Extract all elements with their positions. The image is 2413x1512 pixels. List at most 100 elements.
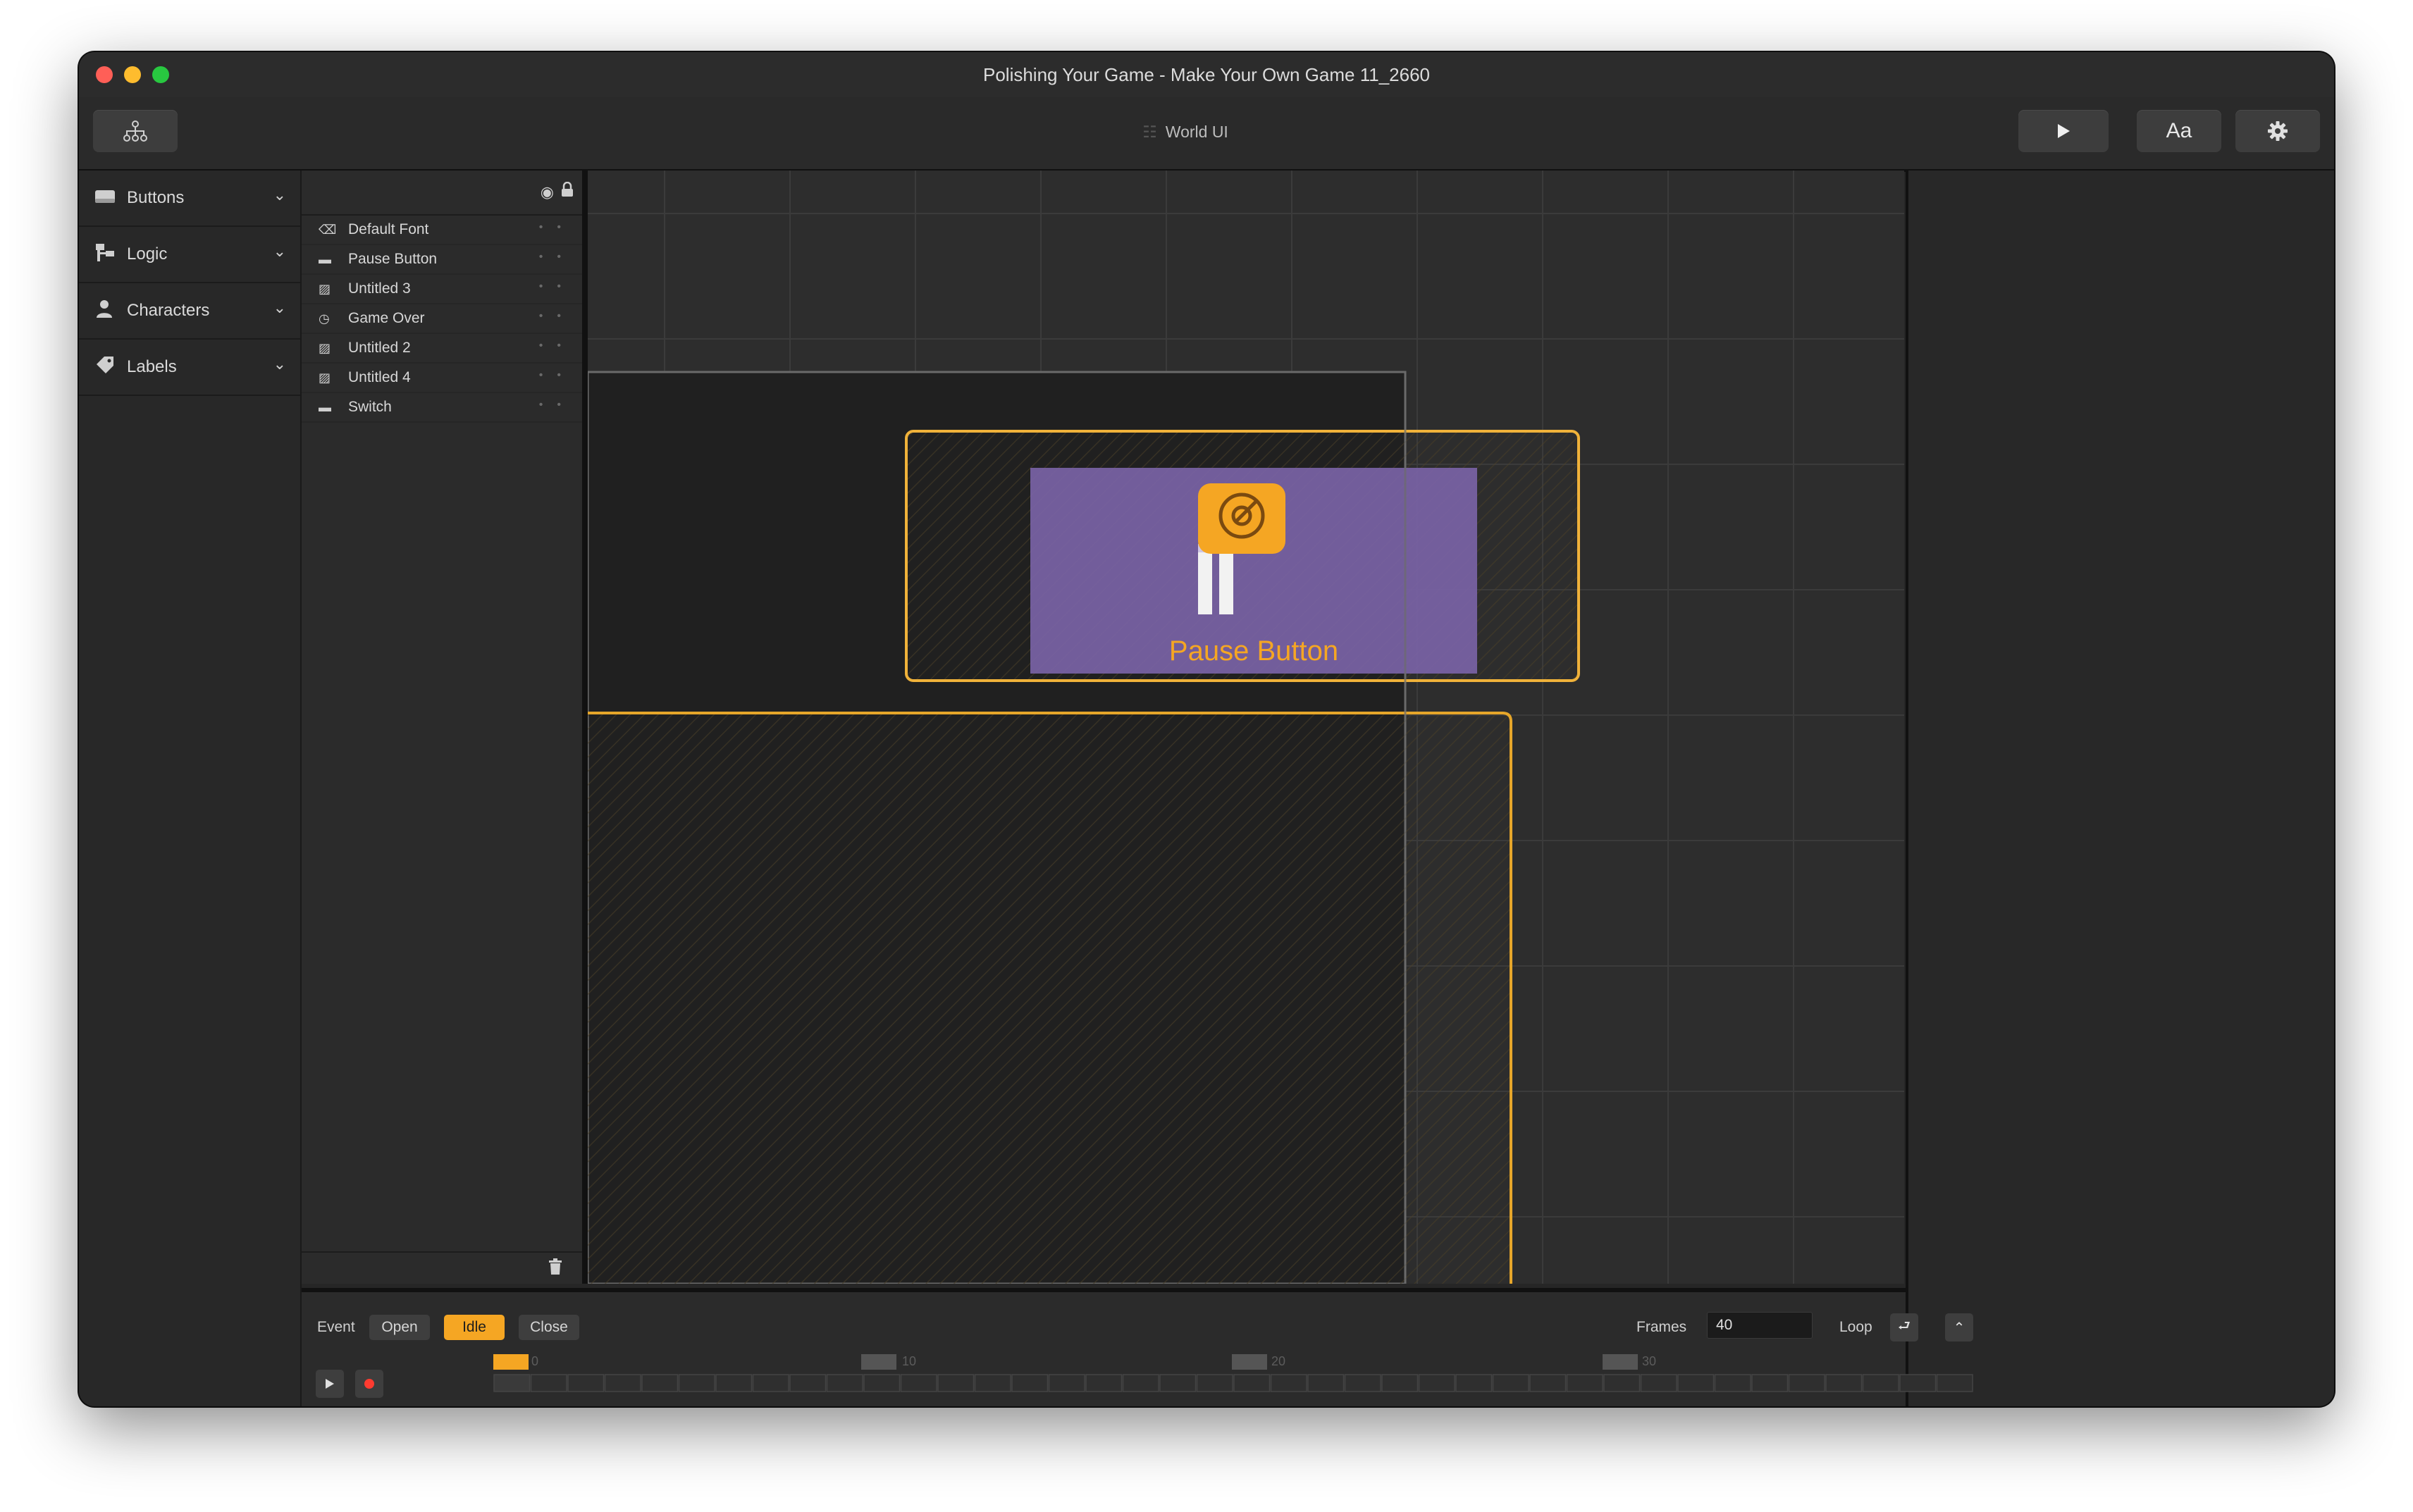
hierarchy-button[interactable] (93, 110, 178, 152)
frame-cell[interactable] (789, 1374, 827, 1392)
frame-cell[interactable] (1011, 1374, 1049, 1392)
current-frame-marker[interactable] (493, 1354, 529, 1370)
frame-cell[interactable] (826, 1374, 863, 1392)
category-characters[interactable]: Characters ⌄ (79, 283, 300, 340)
frame-cell[interactable] (1085, 1374, 1123, 1392)
frame-cell[interactable] (1825, 1374, 1863, 1392)
visibility-lock-dots[interactable]: •• (539, 251, 575, 264)
tick-marker (1232, 1354, 1267, 1370)
frame-cell[interactable] (1862, 1374, 1899, 1392)
frame-cell[interactable] (530, 1374, 567, 1392)
design-canvas[interactable]: Pause Button (588, 171, 1904, 1284)
category-buttons[interactable]: Buttons ⌄ (79, 171, 300, 227)
frame-cell[interactable] (752, 1374, 789, 1392)
frame-cell[interactable] (1344, 1374, 1381, 1392)
frame-cell[interactable] (1936, 1374, 1973, 1392)
button-icon: ▬ (319, 252, 331, 266)
layers-header: ◉ (302, 171, 582, 216)
lock-icon[interactable] (561, 181, 574, 202)
frame-cell[interactable] (604, 1374, 641, 1392)
loop-toggle[interactable]: ⮐ (1890, 1313, 1918, 1341)
person-icon (94, 299, 118, 323)
layer-item-untitled-3[interactable]: ▨ Untitled 3 •• (302, 275, 582, 304)
frame-cell[interactable] (900, 1374, 937, 1392)
tick-label: 30 (1642, 1354, 1657, 1368)
visibility-lock-dots[interactable]: •• (539, 340, 575, 352)
play-button[interactable] (2018, 110, 2109, 152)
frame-cell[interactable] (1640, 1374, 1677, 1392)
frame-cell[interactable] (1196, 1374, 1233, 1392)
visibility-lock-dots[interactable]: •• (539, 221, 575, 234)
pause-button-label: Pause Button (1168, 636, 1339, 667)
frame-cell[interactable] (974, 1374, 1011, 1392)
trash-icon[interactable] (548, 1258, 562, 1280)
frame-cell[interactable] (1492, 1374, 1529, 1392)
hierarchy-icon (123, 120, 147, 142)
tag-icon (94, 355, 118, 380)
frame-cell[interactable] (1566, 1374, 1603, 1392)
event-close-button[interactable]: Close (519, 1315, 579, 1340)
category-logic[interactable]: Logic ⌄ (79, 227, 300, 283)
frame-cell[interactable] (863, 1374, 901, 1392)
window-title: Polishing Your Game - Make Your Own Game… (982, 64, 1431, 85)
frame-cell[interactable] (641, 1374, 679, 1392)
frame-cell[interactable] (1233, 1374, 1271, 1392)
visibility-lock-dots[interactable]: •• (539, 369, 575, 382)
layer-item-pause-button[interactable]: ▬ Pause Button •• (302, 245, 582, 275)
frame-cell[interactable] (1529, 1374, 1567, 1392)
frame-cell[interactable] (1677, 1374, 1715, 1392)
frame-cell[interactable] (1159, 1374, 1197, 1392)
layer-label: Default Font (348, 221, 429, 237)
visibility-lock-dots[interactable]: •• (539, 280, 575, 293)
layer-item-untitled-2[interactable]: ▨ Untitled 2 •• (302, 334, 582, 364)
frame-cell[interactable] (1603, 1374, 1641, 1392)
category-labels[interactable]: Labels ⌄ (79, 340, 300, 396)
frame-cell[interactable] (493, 1374, 531, 1392)
eye-icon[interactable]: ◉ (541, 183, 554, 202)
frame-cell[interactable] (1899, 1374, 1937, 1392)
layer-label: Pause Button (348, 251, 438, 267)
frame-cell[interactable] (715, 1374, 753, 1392)
play-icon (2058, 124, 2070, 138)
frame-track[interactable] (493, 1374, 1973, 1392)
frame-cell[interactable] (1048, 1374, 1085, 1392)
visibility-lock-dots[interactable]: •• (539, 399, 575, 411)
frames-input[interactable]: 40 (1707, 1312, 1813, 1339)
frame-cell[interactable] (678, 1374, 715, 1392)
record-button[interactable] (355, 1370, 383, 1398)
timer-icon: ◷ (319, 311, 330, 326)
frame-cell[interactable] (937, 1374, 975, 1392)
frame-cell[interactable] (1381, 1374, 1419, 1392)
frame-cell[interactable] (1788, 1374, 1825, 1392)
layer-item-game-over[interactable]: ◷ Game Over •• (302, 304, 582, 334)
frames-label: Frames (1636, 1319, 1687, 1335)
frame-cell[interactable] (567, 1374, 605, 1392)
layer-item-untitled-4[interactable]: ▨ Untitled 4 •• (302, 364, 582, 393)
frame-cell[interactable] (1307, 1374, 1345, 1392)
event-idle-button[interactable]: Idle (444, 1315, 505, 1340)
layer-label: Untitled 3 (348, 280, 411, 297)
timeline-play-button[interactable] (316, 1370, 344, 1398)
frame-cell[interactable] (1122, 1374, 1159, 1392)
layer-item-switch[interactable]: ▬ Switch •• (302, 393, 582, 423)
frame-cell[interactable] (1418, 1374, 1455, 1392)
layer-label: Untitled 2 (348, 340, 411, 356)
frame-cell[interactable] (1714, 1374, 1751, 1392)
category-label: Characters (127, 301, 210, 320)
component-sidebar: Buttons ⌄ Logic ⌄ Characters ⌄ Labels ⌄ (79, 171, 302, 1406)
tick-marker (1603, 1354, 1638, 1370)
tick-marker (861, 1354, 896, 1370)
settings-button[interactable] (2235, 110, 2320, 152)
frame-cell[interactable] (1270, 1374, 1307, 1392)
grid-icon: ☷ (1142, 123, 1157, 141)
font-button[interactable]: Aa (2137, 110, 2221, 152)
chevron-down-icon: ⌄ (273, 186, 286, 204)
frame-cell[interactable] (1455, 1374, 1493, 1392)
event-open-button[interactable]: Open (369, 1315, 430, 1340)
record-icon (364, 1379, 374, 1389)
visibility-lock-dots[interactable]: •• (539, 310, 575, 323)
frame-cell[interactable] (1751, 1374, 1789, 1392)
layer-label: Switch (348, 399, 392, 415)
collapse-timeline-button[interactable]: ⌃ (1945, 1313, 1973, 1341)
layer-item-default-font[interactable]: ⌫ Default Font •• (302, 216, 582, 245)
